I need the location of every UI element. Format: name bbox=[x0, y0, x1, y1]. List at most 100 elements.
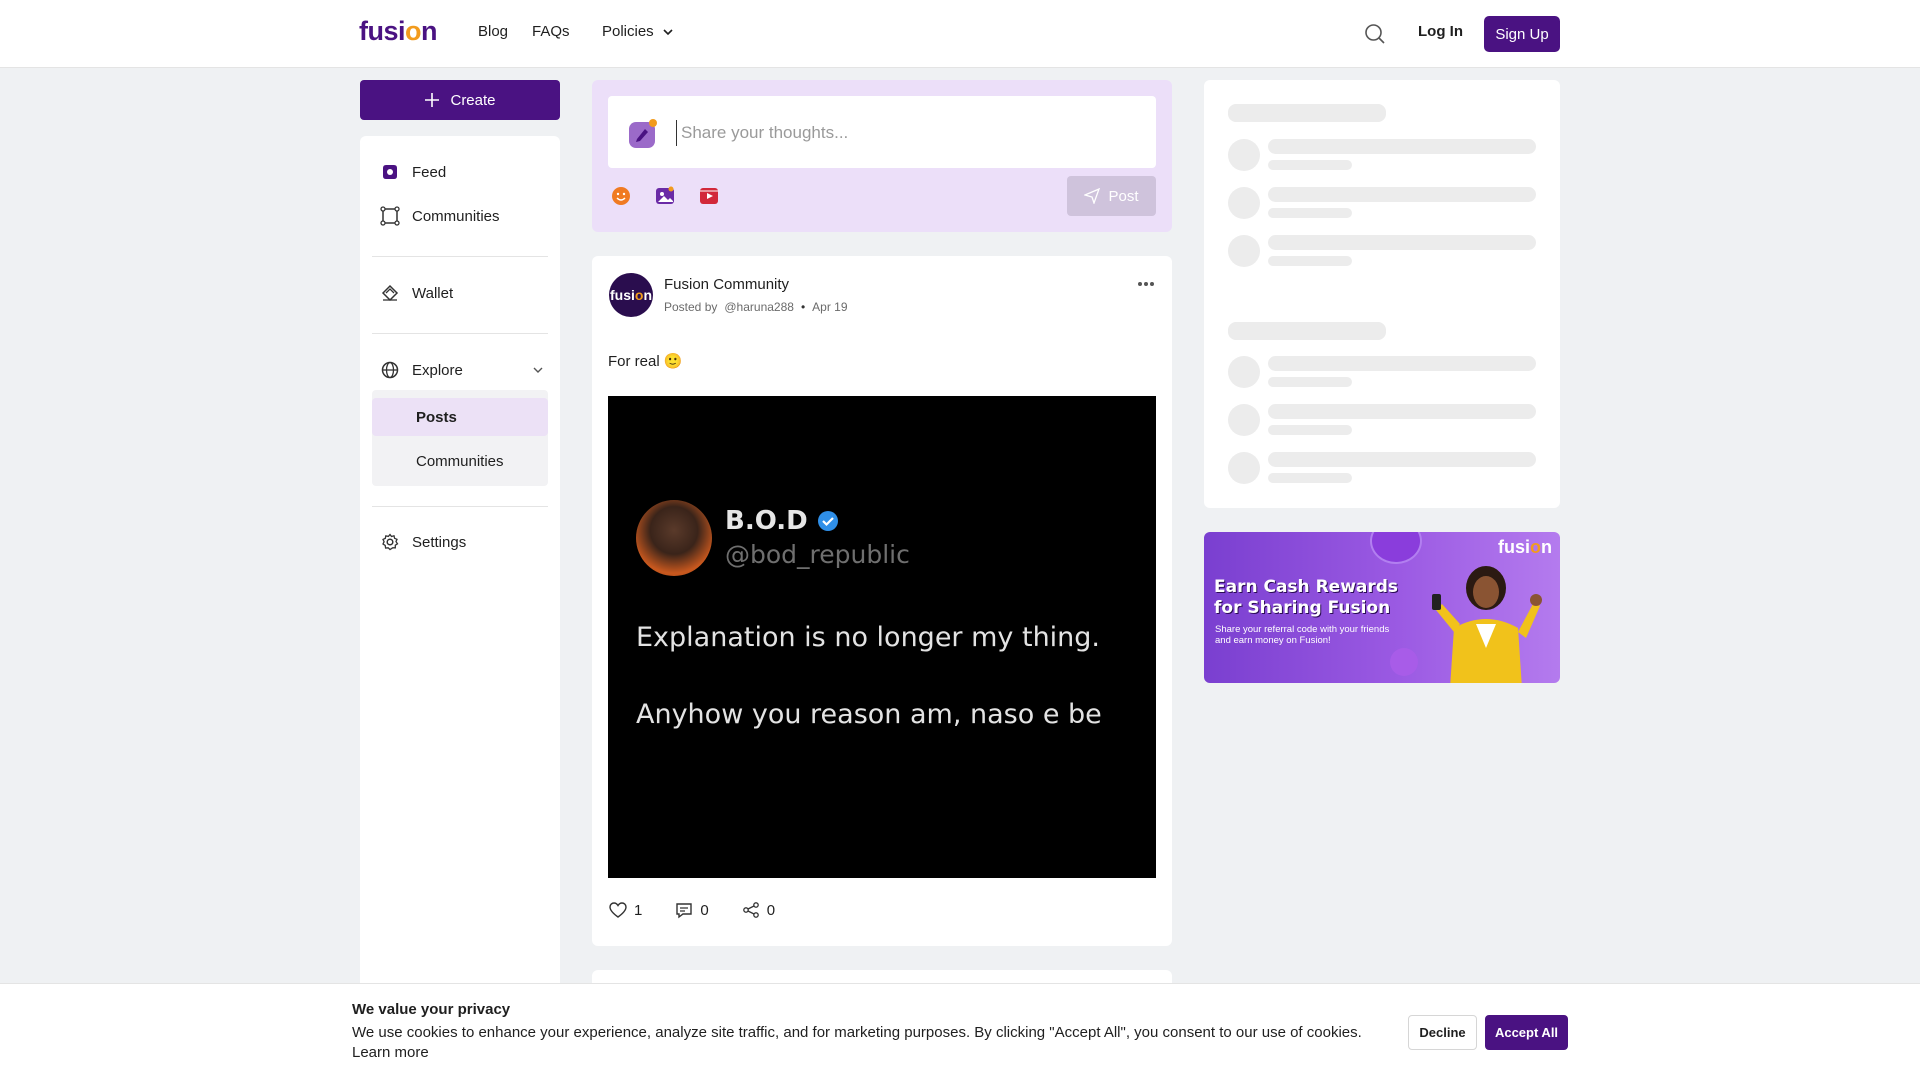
gear-icon bbox=[382, 533, 399, 551]
communities-icon bbox=[380, 206, 400, 226]
quoted-user-handle: @bod_republic bbox=[725, 540, 910, 569]
sidebar-item-explore[interactable]: Explore bbox=[380, 360, 544, 380]
comment-icon bbox=[676, 903, 693, 919]
skeleton-line bbox=[1268, 235, 1536, 250]
like-button[interactable]: 1 bbox=[608, 900, 642, 920]
skeleton-line bbox=[1268, 377, 1352, 387]
composer-post-label: Post bbox=[1108, 187, 1139, 205]
posted-by-label: Posted by bbox=[664, 300, 718, 314]
feed-icon bbox=[383, 165, 397, 179]
video-icon[interactable] bbox=[698, 185, 720, 207]
promo-logo-dot: o bbox=[1530, 537, 1542, 557]
nav-policies-label: Policies bbox=[602, 23, 654, 40]
cookie-accept-all-button[interactable]: Accept All bbox=[1485, 1015, 1568, 1050]
promo-title-line-2: for Sharing Fusion bbox=[1214, 598, 1391, 618]
post-author-name[interactable]: Fusion Community bbox=[664, 276, 789, 293]
sidebar-divider bbox=[372, 333, 548, 334]
sidebar-divider bbox=[372, 256, 548, 257]
login-link[interactable]: Log In bbox=[1418, 23, 1463, 40]
skeleton-line bbox=[1268, 452, 1536, 467]
post-media-image[interactable]: B.O.D @bod_republic Explanation is no lo… bbox=[608, 396, 1156, 878]
post-date: Apr 19 bbox=[812, 300, 848, 314]
post-author-handle[interactable]: @haruna288 bbox=[724, 300, 794, 314]
quoted-user-avatar bbox=[636, 500, 712, 576]
post-meta: Posted by @haruna288 • Apr 19 bbox=[664, 300, 848, 314]
nav-faqs-link[interactable]: FAQs bbox=[532, 23, 570, 40]
share-count: 0 bbox=[766, 901, 776, 919]
cookie-learn-more-link[interactable]: Learn more bbox=[352, 1044, 429, 1061]
fusion-logo[interactable]: fusion bbox=[359, 16, 438, 47]
comment-count: 0 bbox=[700, 901, 709, 919]
skeleton-line bbox=[1268, 425, 1352, 435]
sidebar-item-wallet[interactable]: Wallet bbox=[380, 283, 453, 303]
search-button[interactable] bbox=[1363, 22, 1387, 46]
promo-logo-prefix: fusi bbox=[1498, 537, 1531, 557]
verified-badge-icon bbox=[817, 511, 838, 531]
cookie-title: We value your privacy bbox=[352, 1001, 511, 1018]
image-icon[interactable] bbox=[654, 185, 676, 207]
post-actions: 1 0 0 bbox=[608, 900, 775, 920]
more-options-icon[interactable] bbox=[1136, 276, 1156, 292]
explore-sub-posts[interactable]: Posts bbox=[372, 398, 548, 436]
avatar-text-dot: o bbox=[634, 287, 644, 303]
skeleton-avatar bbox=[1228, 187, 1260, 219]
composer-post-button[interactable]: Post bbox=[1067, 176, 1156, 216]
sidebar-item-communities[interactable]: Communities bbox=[380, 206, 500, 226]
community-avatar[interactable]: fusi o n bbox=[609, 273, 653, 317]
search-icon bbox=[1365, 24, 1385, 44]
post-card: fusi o n Fusion Community Posted by @harun… bbox=[592, 256, 1172, 946]
post-text: For real 🙂 bbox=[608, 353, 683, 370]
sidebar-item-communities-label: Communities bbox=[412, 207, 500, 225]
money-bag-illustration bbox=[1390, 648, 1418, 676]
quoted-user-name: B.O.D bbox=[725, 506, 840, 536]
chevron-down-icon bbox=[663, 28, 673, 35]
promo-logo-suffix: n bbox=[1541, 537, 1553, 557]
skeleton-avatar bbox=[1228, 452, 1260, 484]
skeleton-line bbox=[1268, 404, 1536, 419]
explore-sub-communities[interactable]: Communities bbox=[372, 442, 548, 480]
skeleton-line bbox=[1268, 208, 1352, 218]
sidebar-item-settings-label: Settings bbox=[412, 533, 467, 551]
skeleton-line bbox=[1268, 473, 1352, 483]
skeleton-line bbox=[1268, 356, 1536, 371]
signup-button[interactable]: Sign Up bbox=[1484, 16, 1560, 52]
nav-policies-dropdown[interactable]: Policies bbox=[602, 23, 674, 40]
avatar-text-prefix: fusi bbox=[609, 287, 635, 303]
cookie-text: We use cookies to enhance your experienc… bbox=[352, 1024, 1362, 1041]
skeleton-heading bbox=[1228, 322, 1386, 340]
skeleton-heading bbox=[1228, 104, 1386, 122]
quoted-user-name-text: B.O.D bbox=[725, 506, 808, 536]
share-button[interactable]: 0 bbox=[741, 900, 775, 920]
sidebar-item-feed-label: Feed bbox=[412, 163, 447, 181]
like-count: 1 bbox=[634, 901, 643, 919]
create-button-label: Create bbox=[450, 91, 496, 109]
sidebar-item-wallet-label: Wallet bbox=[412, 284, 454, 302]
composer-input-box bbox=[608, 96, 1156, 168]
cookie-decline-button[interactable]: Decline bbox=[1408, 1015, 1477, 1050]
promo-subtitle: Share your referral code with your frien… bbox=[1215, 624, 1390, 646]
comment-button[interactable]: 0 bbox=[674, 900, 709, 920]
referral-promo-banner[interactable]: fusion Earn Cash Rewards for Sharing Fus… bbox=[1204, 532, 1560, 683]
woman-with-phone-illustration bbox=[1432, 566, 1542, 683]
wallet-icon bbox=[381, 284, 399, 302]
cookie-consent-bar: We value your privacy We use cookies to … bbox=[0, 983, 1920, 1080]
skeleton-avatar bbox=[1228, 235, 1260, 267]
sidebar-item-settings[interactable]: Settings bbox=[380, 532, 466, 552]
create-button[interactable]: Create bbox=[360, 80, 560, 120]
pen-avatar-icon bbox=[629, 119, 657, 148]
skeleton-line bbox=[1268, 139, 1536, 154]
sidebar-divider bbox=[372, 506, 548, 507]
chevron-down-icon bbox=[533, 367, 543, 373]
heart-icon bbox=[609, 902, 627, 918]
sidebar-item-feed[interactable]: Feed bbox=[380, 162, 446, 182]
composer-text-input[interactable] bbox=[676, 120, 1136, 146]
meta-separator: • bbox=[800, 300, 806, 314]
avatar-text-suffix: n bbox=[643, 287, 652, 303]
logo-text-suffix: n bbox=[421, 16, 438, 46]
globe-icon bbox=[381, 361, 399, 379]
skeleton-line bbox=[1268, 256, 1352, 266]
quoted-text-line-2: Anyhow you reason am, naso e be bbox=[636, 699, 1102, 730]
emoji-icon[interactable] bbox=[610, 185, 632, 207]
skeleton-avatar bbox=[1228, 356, 1260, 388]
nav-blog-link[interactable]: Blog bbox=[478, 23, 508, 40]
